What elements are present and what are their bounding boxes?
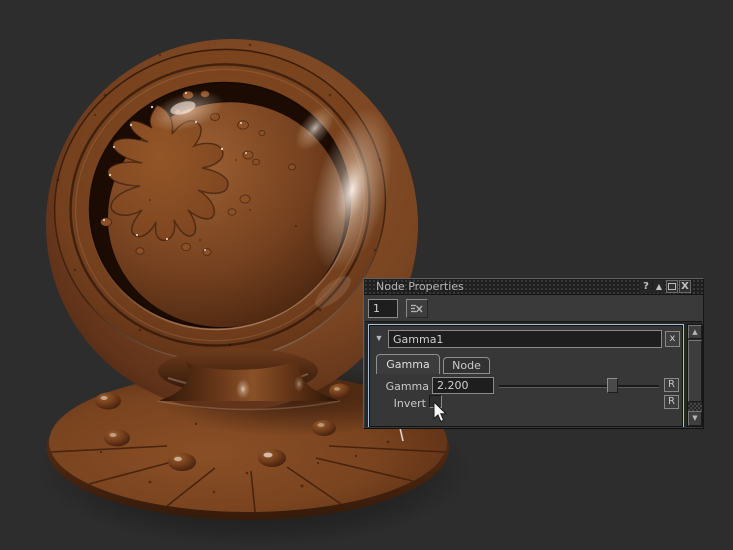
titlebar-icons: ? ▲ X (640, 280, 691, 293)
panel-title: Node Properties (376, 279, 464, 294)
tab-node[interactable]: Node (443, 357, 490, 374)
clear-all-panels-icon (411, 304, 423, 313)
close-panel-icon[interactable]: X (679, 280, 691, 293)
max-panels-input[interactable] (368, 299, 398, 318)
bin-scrollbar[interactable]: ▲ ▼ (687, 324, 703, 427)
shader-ball-render (0, 0, 733, 550)
gamma-label: Gamma (373, 380, 429, 393)
invert-reset-button[interactable]: R (664, 395, 679, 409)
panel-titlebar[interactable]: Node Properties ? ▲ X (364, 279, 703, 295)
scroll-up-icon[interactable]: ▲ (688, 325, 702, 339)
float-window-icon[interactable] (666, 280, 678, 293)
scrollbar-trough[interactable] (688, 403, 702, 411)
invert-checkbox[interactable] (429, 395, 442, 408)
gamma-value-input[interactable] (432, 377, 494, 394)
gamma1-node-panel: ▼ x Gamma Node Gamma R Invert R (368, 324, 684, 427)
material-preview-viewport[interactable] (0, 0, 733, 550)
node-close-button[interactable]: x (665, 331, 680, 347)
gamma-slider[interactable] (499, 378, 659, 394)
float-glyph (668, 283, 676, 290)
node-name-input[interactable] (388, 330, 662, 348)
application-window: Node Properties ? ▲ X ▼ x Gamma (0, 0, 733, 550)
collapse-panel-icon[interactable]: ▲ (653, 280, 665, 293)
gamma-slider-track[interactable] (499, 385, 659, 387)
node-collapse-icon[interactable]: ▼ (372, 331, 386, 345)
node-properties-panel: Node Properties ? ▲ X ▼ x Gamma (363, 278, 704, 429)
help-icon[interactable]: ? (640, 280, 652, 293)
clear-all-panels-button[interactable] (406, 299, 428, 318)
properties-bin: ▼ x Gamma Node Gamma R Invert R ▲ (365, 321, 702, 427)
invert-label: Invert (373, 397, 426, 410)
scrollbar-thumb[interactable] (688, 340, 702, 402)
tab-gamma[interactable]: Gamma (376, 354, 440, 374)
gamma-reset-button[interactable]: R (664, 378, 679, 392)
gamma-slider-handle[interactable] (607, 378, 618, 393)
scroll-down-icon[interactable]: ▼ (688, 411, 702, 426)
